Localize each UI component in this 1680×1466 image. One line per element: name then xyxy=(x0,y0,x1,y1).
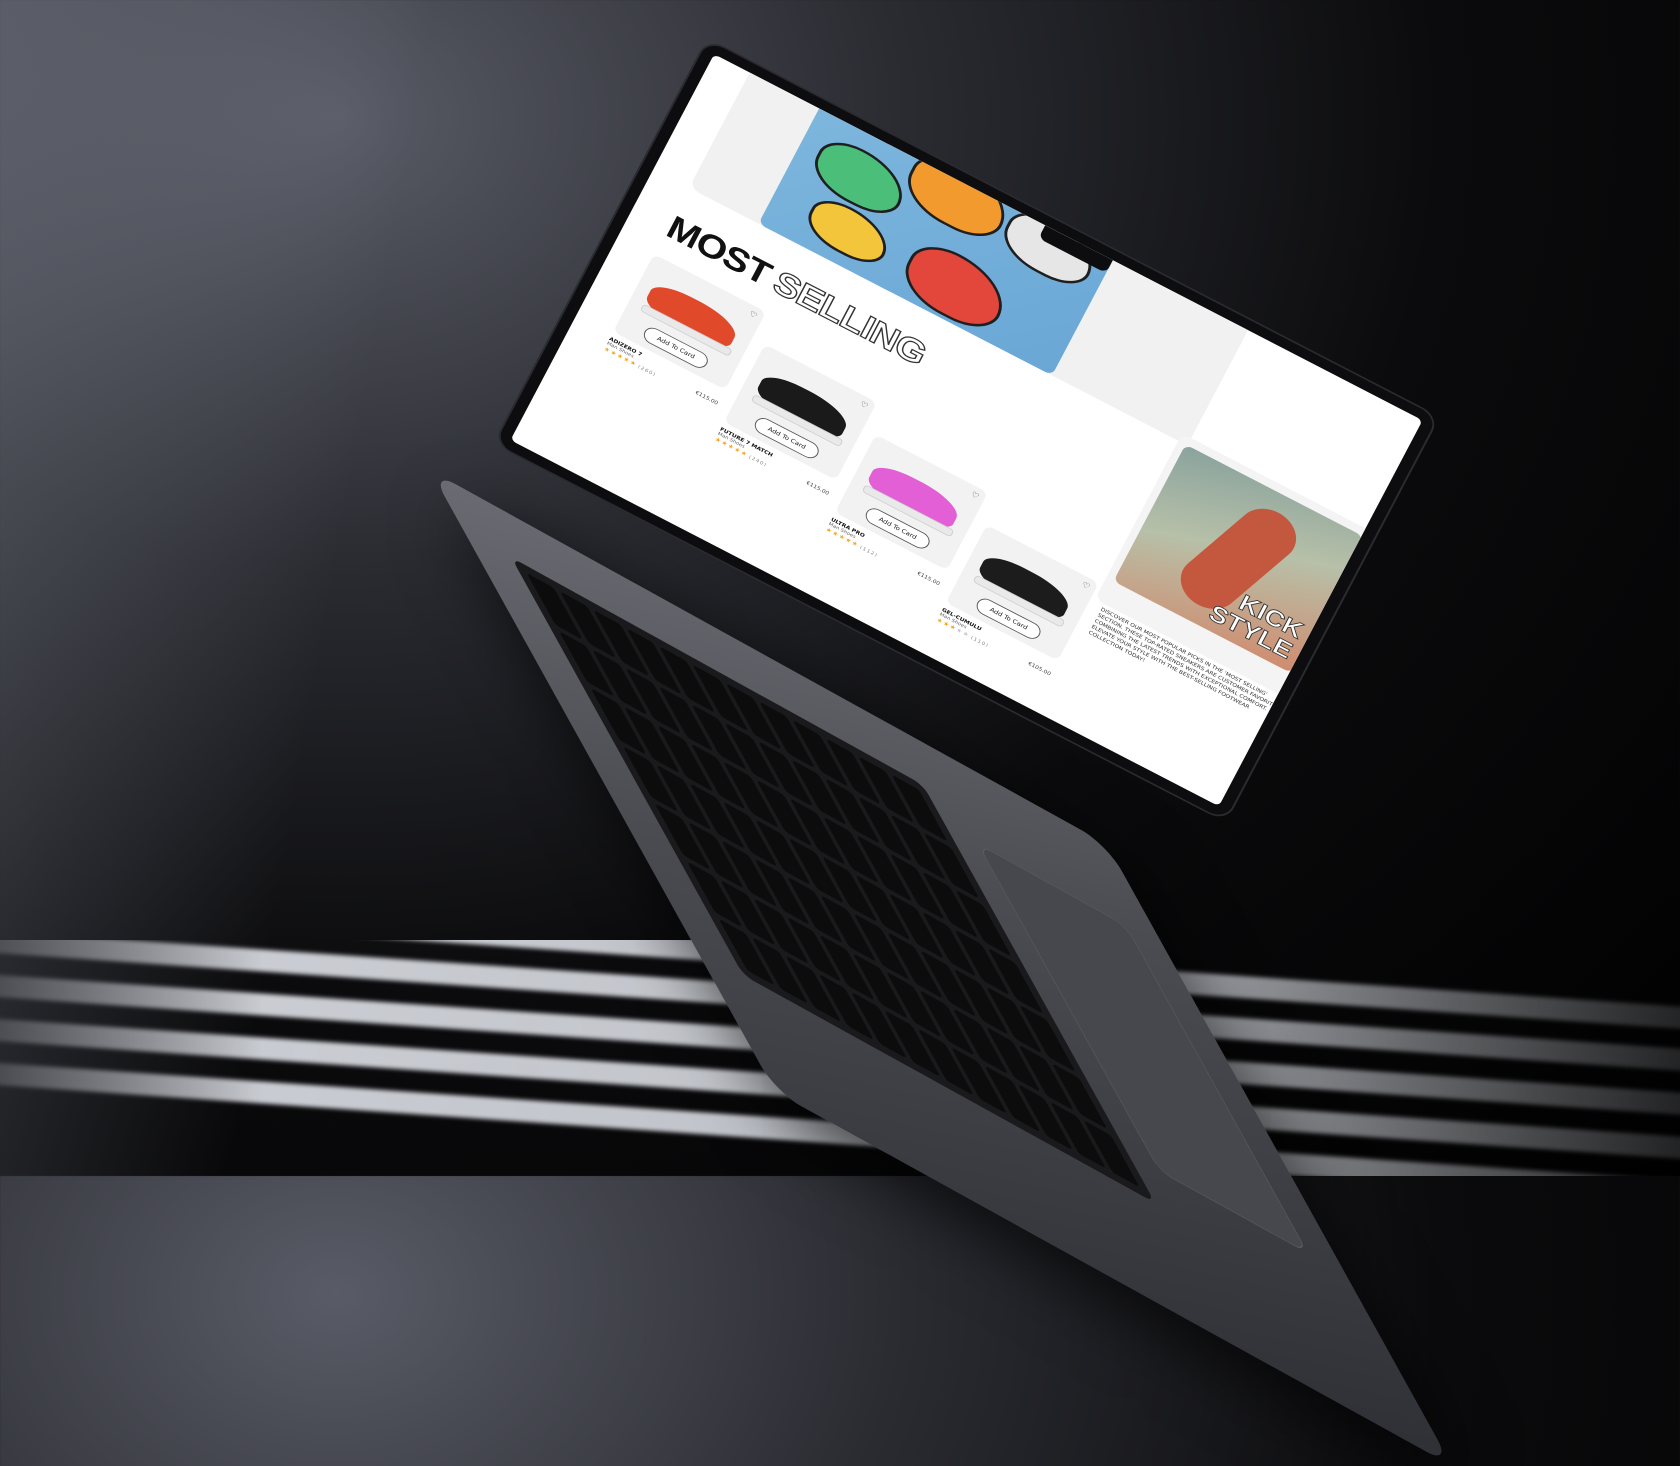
heart-icon[interactable]: ♡ xyxy=(858,400,869,411)
product-image-box: ♡ Add To Card xyxy=(723,344,878,481)
heart-icon[interactable]: ♡ xyxy=(747,310,758,321)
product-card[interactable]: ♡ Add To Card GEL-CUMULU Man Shoes ★★★★★(110… xyxy=(935,524,1099,680)
product-image-box: ♡ Add To Card xyxy=(945,524,1099,661)
product-image-box: ♡ Add To Card xyxy=(834,434,988,571)
heart-icon[interactable]: ♡ xyxy=(1080,581,1091,592)
heart-icon[interactable]: ♡ xyxy=(969,490,980,501)
laptop-lid: YOU KICK STYLE MOSTSELLING Discover our m… xyxy=(408,40,1438,821)
